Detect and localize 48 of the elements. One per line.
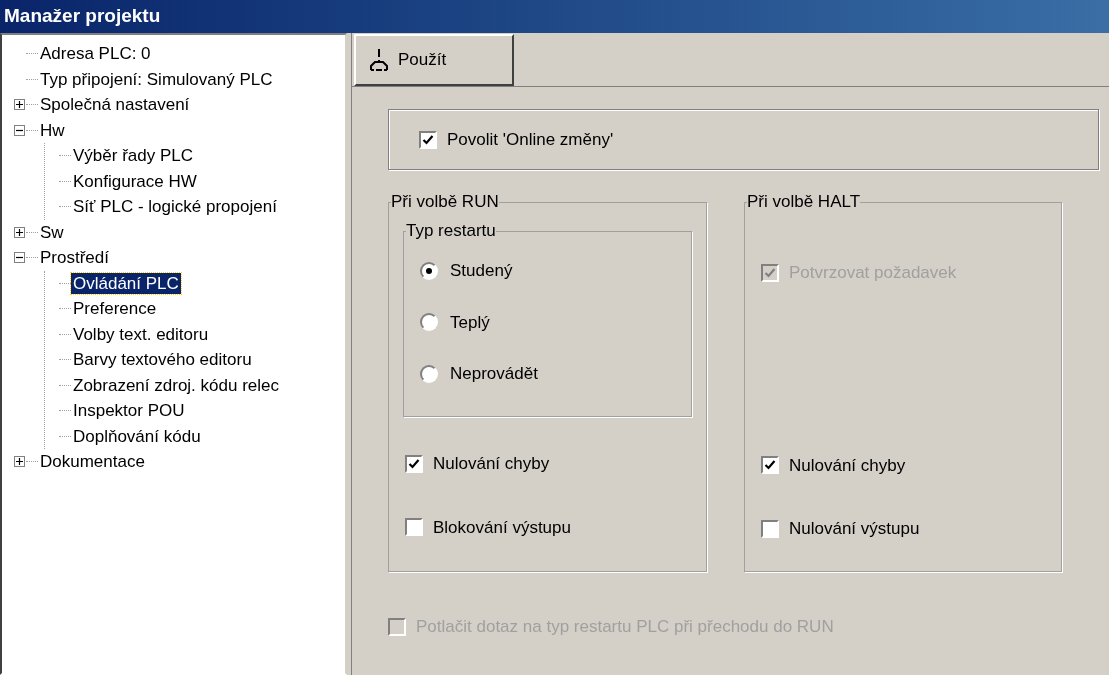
checkbox[interactable] bbox=[761, 519, 779, 538]
clamp-icon bbox=[368, 48, 390, 72]
checkbox-label: Blokování výstupu bbox=[433, 516, 571, 539]
checkbox-label: Povolit 'Online změny' bbox=[447, 128, 614, 151]
tree-item[interactable]: Dokumentace bbox=[38, 451, 147, 473]
radio-label: Neprovádět bbox=[450, 363, 538, 385]
tree-item[interactable]: Společná nastavení bbox=[38, 94, 192, 116]
tree-item[interactable]: Výběr řady PLC bbox=[71, 145, 195, 167]
tree-item[interactable]: Barvy textového editoru bbox=[71, 349, 254, 371]
tree-item[interactable]: Síť PLC - logické propojení bbox=[71, 196, 279, 218]
plus-icon bbox=[15, 228, 23, 236]
tree-item[interactable]: Preference bbox=[71, 298, 159, 320]
tree-item[interactable]: Konfigurace HW bbox=[71, 170, 199, 192]
tree-item[interactable]: Hw bbox=[38, 119, 67, 141]
radio-label: Teplý bbox=[450, 311, 490, 334]
tree-item[interactable]: Sw bbox=[38, 221, 66, 243]
check-icon bbox=[764, 266, 776, 279]
checkbox-label: Nulování výstupu bbox=[789, 518, 920, 540]
check-icon bbox=[764, 459, 776, 472]
checkbox[interactable] bbox=[405, 454, 423, 473]
checkbox[interactable] bbox=[761, 456, 779, 475]
collapse-toggle[interactable] bbox=[13, 124, 25, 136]
tree-item[interactable]: Prostředí bbox=[38, 247, 111, 269]
radio-label: Studený bbox=[450, 260, 513, 282]
expand-toggle[interactable] bbox=[13, 456, 25, 468]
check-icon bbox=[408, 457, 420, 470]
checkbox-label: Nulování chyby bbox=[789, 454, 906, 477]
tree-item[interactable]: Typ připojení: Simulovaný PLC bbox=[38, 68, 275, 90]
tree-item[interactable]: Ovládání PLC bbox=[71, 272, 181, 294]
tree-item[interactable]: Doplňování kódu bbox=[71, 425, 203, 447]
plus-icon bbox=[15, 458, 23, 466]
window-title: Manažer projektu bbox=[4, 4, 161, 29]
radio-button[interactable] bbox=[420, 261, 438, 280]
radio-button[interactable] bbox=[420, 364, 438, 383]
expand-toggle[interactable] bbox=[13, 226, 25, 238]
checkbox-label: Nulování chyby bbox=[433, 453, 550, 475]
tree-item[interactable]: Zobrazení zdroj. kódu relec bbox=[71, 374, 281, 396]
check-icon bbox=[422, 133, 434, 146]
checkbox[interactable] bbox=[405, 518, 423, 537]
expand-toggle[interactable] bbox=[13, 99, 25, 111]
tree-item[interactable]: Adresa PLC: 0 bbox=[38, 43, 153, 65]
tree-item[interactable]: Inspektor POU bbox=[71, 400, 187, 422]
tree-item[interactable]: Volby text. editoru bbox=[71, 323, 211, 345]
checkbox[interactable] bbox=[419, 130, 437, 149]
collapse-toggle[interactable] bbox=[13, 252, 25, 264]
apply-button[interactable]: Použít bbox=[354, 34, 514, 86]
radio-button[interactable] bbox=[420, 313, 438, 332]
plus-icon bbox=[15, 101, 23, 109]
